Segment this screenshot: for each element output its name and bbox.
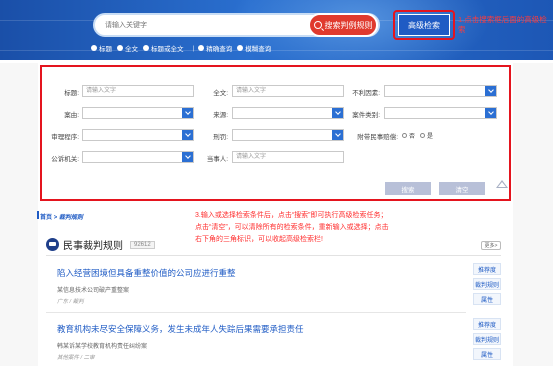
search-icon: [313, 21, 322, 29]
panel-search-button[interactable]: 搜索: [385, 182, 431, 195]
attached-civil-no[interactable]: 否: [402, 131, 415, 140]
search-button-label: 搜索判例规则: [324, 20, 373, 30]
bad-factor-label: 不利因素:: [352, 90, 380, 97]
chevron-down-icon: [485, 108, 496, 118]
fulltext-input[interactable]: 请输入文字: [232, 85, 344, 97]
advanced-search-button[interactable]: 高级检索: [398, 14, 450, 36]
procedure-label: 审理程序:: [51, 134, 79, 141]
mode-separator: |: [192, 44, 195, 52]
chevron-down-icon: [485, 86, 496, 96]
mode-fulltext[interactable]: 全文: [117, 43, 138, 53]
result-subtitle[interactable]: 韩某诉某学校教育机构责任纠纷案: [57, 341, 467, 350]
radio-icon: [402, 133, 407, 138]
search-mode-row: 标题 全文 标题或全文 | 精确查询 模糊查询: [91, 43, 276, 53]
prosecutor-select[interactable]: [82, 151, 194, 163]
result-meta: 广东 / 裁判: [57, 299, 84, 305]
mode-fuzzy[interactable]: 模糊查询: [237, 43, 271, 53]
criminal-label: 刑罚:: [213, 134, 228, 141]
result-item: 陷入经营困境但具备重整价值的公司应进行重整 某信息技术公司破产重整案 广东 / …: [57, 267, 467, 305]
search-input[interactable]: [105, 19, 295, 31]
prosecutor-label: 公诉机关:: [51, 156, 79, 163]
tag-attribute[interactable]: 属性: [473, 293, 501, 305]
radio-icon: [117, 45, 123, 51]
result-divider: [46, 312, 466, 313]
attached-civil-label: 附带民事赔偿:: [357, 134, 398, 141]
breadcrumb-home[interactable]: 首页: [40, 215, 52, 221]
panel-clear-button[interactable]: 清空: [439, 182, 485, 195]
party-label: 当事人:: [206, 156, 228, 163]
breadcrumb-current: 裁判规则: [58, 215, 83, 221]
result-item: 教育机构未尽安全保障义务，发生未成年人失踪后果需要承担责任 韩某诉某学校教育机构…: [57, 323, 467, 361]
attached-civil-yes[interactable]: 是: [420, 131, 433, 140]
result-title[interactable]: 陷入经营困境但具备重整价值的公司应进行重整: [57, 267, 467, 279]
case-type-select[interactable]: [384, 107, 497, 119]
radio-icon: [237, 45, 244, 51]
procedure-select[interactable]: [82, 129, 194, 141]
radio-icon: [143, 45, 149, 51]
section-title: 民事裁判规则: [63, 241, 123, 252]
annotation-line: 3.输入或选择检索条件后，点击“搜索”即可执行高级检索任务；: [195, 212, 388, 219]
cause-label: 案由:: [64, 112, 79, 119]
result-subtitle[interactable]: 某信息技术公司破产重整案: [57, 285, 467, 294]
source-select[interactable]: [232, 107, 344, 119]
annotation-step3: 3.输入或选择检索条件后，点击“搜索”即可执行高级检索任务； 点击“清空”，可以…: [195, 210, 435, 246]
title-input[interactable]: 请输入文字: [82, 85, 194, 97]
section-header: 民事裁判规则 92612: [46, 237, 155, 252]
search-button[interactable]: 搜索判例规则: [308, 13, 378, 37]
title-label: 标题:: [64, 90, 79, 97]
tag-rule[interactable]: 裁判规则: [473, 333, 501, 345]
annotation-step1: 1.点击搜索框后面的高级检索: [458, 15, 547, 34]
result-title[interactable]: 教育机构未尽安全保障义务，发生未成年人失踪后果需要承担责任: [57, 323, 467, 335]
radio-icon: [198, 45, 205, 51]
case-type-label: 案件类别:: [352, 112, 380, 119]
section-count: 92612: [130, 240, 155, 249]
right-margin: [513, 63, 553, 366]
radio-icon: [420, 133, 425, 138]
tag-recommend[interactable]: 推荐度: [473, 318, 501, 330]
mode-exact[interactable]: 精确查询: [198, 43, 232, 53]
collapse-triangle-icon[interactable]: [496, 180, 508, 188]
annotation-line: 右下角的三角标识，可以收起高级检索栏!: [195, 236, 323, 243]
breadcrumb-marker: [37, 211, 39, 219]
breadcrumb-sep: >: [53, 215, 58, 221]
tag-attribute[interactable]: 属性: [473, 348, 501, 360]
mode-title[interactable]: 标题: [91, 43, 112, 53]
gavel-icon: [46, 238, 59, 251]
left-margin: [0, 63, 38, 366]
criminal-select[interactable]: [232, 129, 344, 141]
source-label: 来源:: [213, 112, 228, 119]
bad-factor-select[interactable]: [384, 85, 497, 97]
cause-select[interactable]: [82, 107, 194, 119]
annotation-line: 点击“清空”，可以清除所有的检索条件，重新输入或选择；点击: [195, 224, 389, 231]
breadcrumb: 首页 > 裁判规则: [40, 212, 83, 221]
fulltext-label: 全文:: [213, 90, 228, 97]
section-divider: [46, 255, 501, 256]
party-input[interactable]: 请输入文字: [232, 151, 344, 163]
result-meta: 其他案件 / 二审: [57, 355, 95, 361]
advanced-search-panel: 标题: 请输入文字 全文: 请输入文字 不利因素: 案由: 来源: 案件类别: …: [40, 65, 511, 201]
banner-stripe: [0, 50, 553, 51]
tag-recommend[interactable]: 推荐度: [473, 263, 501, 275]
radio-icon: [91, 45, 97, 51]
tag-rule[interactable]: 裁判规则: [473, 278, 501, 290]
more-button[interactable]: 更多>: [481, 241, 501, 250]
mode-title-or-fulltext[interactable]: 标题或全文: [143, 43, 184, 53]
